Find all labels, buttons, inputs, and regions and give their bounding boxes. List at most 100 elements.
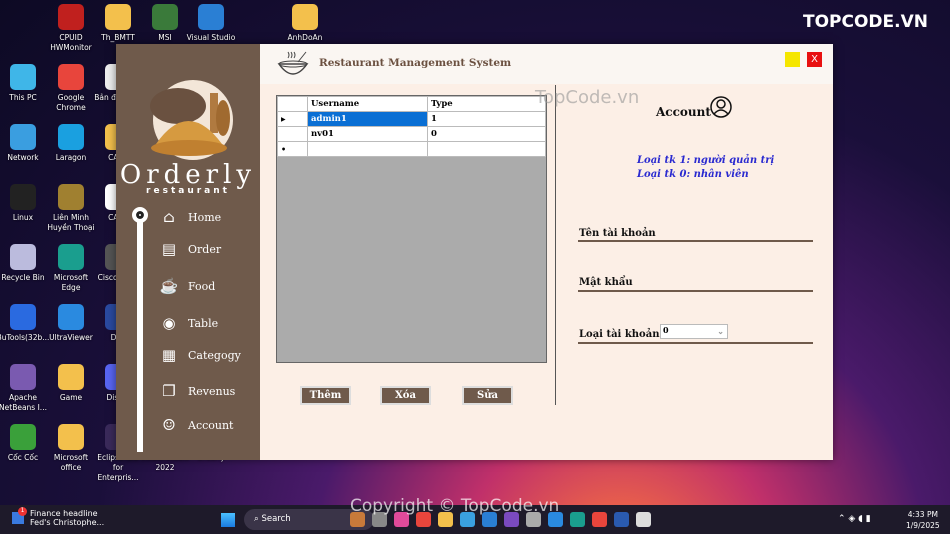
row-header[interactable]: ▶ [277, 111, 308, 127]
desktop-icon-label: Laragon [55, 153, 87, 162]
table-row[interactable]: ▶ admin1 1 [277, 111, 546, 127]
desktop-icon[interactable]: Google Chrome [45, 64, 97, 113]
app-icon [10, 244, 36, 270]
nav-slider-handle[interactable] [132, 207, 148, 223]
nav-slider-track[interactable] [137, 221, 143, 452]
app-icon [58, 4, 84, 30]
desktop-icon[interactable]: Game [45, 364, 97, 403]
sidebar-item-food[interactable]: ☕ Food [159, 277, 216, 295]
close-button[interactable]: X [807, 52, 822, 67]
taskbar-app-icon[interactable] [614, 512, 629, 527]
clock[interactable]: 4:33 PM 1/9/2025 [906, 509, 940, 531]
start-button[interactable] [221, 513, 235, 527]
brand-subtitle: restaurant [146, 186, 230, 196]
desktop-icon[interactable]: Microsoft office [45, 424, 97, 473]
divider [555, 85, 556, 405]
time: 4:33 PM [907, 510, 938, 519]
app-icon [58, 364, 84, 390]
weather-icon: 1 [12, 507, 27, 524]
minimize-button[interactable] [785, 52, 800, 67]
category-icon: ▦ [161, 346, 177, 364]
taskbar-app-icon[interactable] [592, 512, 607, 527]
row-header[interactable] [277, 126, 308, 142]
delete-button[interactable]: Xóa [380, 386, 431, 405]
sidebar-item-order[interactable]: ▤ Order [160, 240, 221, 258]
username-input[interactable] [578, 240, 813, 242]
grid-cell[interactable]: 1 [427, 111, 546, 127]
app-icon [58, 64, 84, 90]
desktop-icon-label: Th_BMTT [101, 33, 135, 42]
desktop-icon[interactable]: CPUID HWMonitor [45, 4, 97, 53]
column-header[interactable]: Type [427, 96, 546, 112]
account-type-value: 0 [663, 325, 669, 335]
search-label: Search [261, 514, 291, 524]
desktop-icon-label: Game [59, 393, 83, 402]
username-label: Tên tài khoản [579, 228, 656, 239]
table-icon: ◉ [162, 314, 176, 332]
bowl-icon [277, 51, 309, 75]
desktop-icon[interactable]: Apache NetBeans I... [0, 364, 49, 413]
watermark-logo: TOPCODE.VN [802, 12, 928, 32]
desktop-icon[interactable]: MSI [139, 4, 191, 43]
news-widget[interactable]: 1 Finance headline Fed's Christophe... [12, 507, 105, 527]
desktop-icon-label: AnhDoAn [287, 33, 323, 42]
sidebar-item-label: Food [188, 279, 216, 293]
grid-cell[interactable]: 0 [427, 126, 546, 142]
desktop-icon[interactable]: Microsoft Edge [45, 244, 97, 293]
taskbar-app-icon[interactable] [636, 512, 651, 527]
sidebar-item-label: Revenus [188, 384, 236, 398]
hint-admin: Loại tk 1: người quản trị [637, 155, 775, 166]
desktop-icon[interactable]: Network [0, 124, 49, 163]
sidebar-item-table[interactable]: ◉ Table [160, 314, 218, 332]
accounts-grid[interactable]: Username Type ▶ admin1 1 nv01 0 • [276, 95, 547, 363]
app-window: Orderly restaurant ⌂ Home ▤ Order ☕ Food ◉ Tabl… [116, 44, 833, 460]
news-subtitle: Fed's Christophe... [30, 518, 105, 527]
document-icon: ❐ [162, 382, 176, 400]
add-button[interactable]: Thêm [300, 386, 351, 405]
account-type-select[interactable]: 0 ⌄ [660, 324, 728, 339]
app-icon [10, 424, 36, 450]
desktop-icon[interactable]: Recycle Bin [0, 244, 49, 283]
clipboard-icon: ▤ [161, 240, 177, 258]
account-type-underline [578, 342, 813, 344]
taskbar-app-icon[interactable] [570, 512, 585, 527]
desktop-icon[interactable]: UltraViewer [45, 304, 97, 343]
sidebar-item-revenus[interactable]: ❐ Revenus [160, 382, 235, 400]
desktop-icon[interactable]: 3uTools(32b... [0, 304, 49, 343]
desktop-icon[interactable]: This PC [0, 64, 49, 103]
desktop-icon[interactable]: Laragon [45, 124, 97, 163]
desktop-icon-label: Recycle Bin [1, 273, 45, 282]
app-icon [10, 184, 36, 210]
desktop-icon[interactable]: AnhDoAn [279, 4, 331, 43]
desktop-icon-label: Microsoft office [53, 453, 89, 472]
desktop-icon[interactable]: Liên Minh Huyền Thoại [45, 184, 97, 233]
desktop-icon[interactable]: Th_BMTT [92, 4, 144, 43]
sidebar-item-account[interactable]: ☺ Account [160, 416, 233, 434]
sidebar-item-categogy[interactable]: ▦ Categogy [160, 346, 241, 364]
news-title: Finance headline [30, 509, 98, 518]
user-icon: ☺ [162, 416, 176, 434]
edit-button[interactable]: Sửa [462, 386, 513, 405]
desktop-icon-label: Microsoft Edge [53, 273, 89, 292]
watermark-center: TopCode.vn [535, 87, 640, 108]
grid-cell[interactable]: nv01 [307, 126, 428, 142]
app-icon [58, 424, 84, 450]
table-row[interactable]: nv01 0 [277, 126, 546, 142]
sidebar-item-label: Order [188, 242, 222, 256]
desktop-icon[interactable]: Cốc Cốc [0, 424, 49, 463]
app-icon [10, 304, 36, 330]
app-icon [58, 184, 84, 210]
desktop-icon[interactable]: Linux [0, 184, 49, 223]
tray-icons[interactable]: ⌃ ◈ ◖ ▮ [838, 514, 871, 524]
desktop-icon-label: MSI [158, 33, 172, 42]
column-header[interactable]: Username [307, 96, 428, 112]
app-icon [198, 4, 224, 30]
desktop-icon[interactable]: Visual Studio [185, 4, 237, 43]
password-input[interactable] [578, 290, 813, 292]
sidebar-item-home[interactable]: ⌂ Home [160, 208, 221, 226]
chef-logo [150, 80, 233, 160]
food-icon: ☕ [159, 277, 179, 295]
account-type-label: Loại tài khoản [579, 329, 660, 340]
grid-cell[interactable]: admin1 [307, 111, 428, 127]
new-row[interactable]: • [277, 141, 546, 157]
